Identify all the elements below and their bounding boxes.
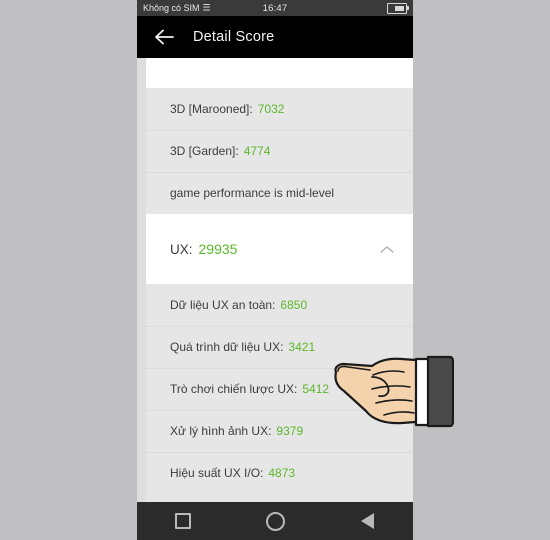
back-nav-button[interactable] xyxy=(350,504,384,538)
left-gutter xyxy=(137,58,146,512)
row-label: 3D [Marooned]: xyxy=(170,102,253,116)
triangle-back-icon xyxy=(360,513,374,529)
row-value: 4873 xyxy=(268,466,296,480)
row-label: Xử lý hình ảnh UX: xyxy=(170,424,272,438)
recents-button[interactable] xyxy=(166,504,200,538)
app-header: Detail Score xyxy=(137,16,413,58)
row-value: 5412 xyxy=(302,382,330,396)
table-row[interactable]: Trò chơi chiến lược UX: 5412 xyxy=(146,368,413,410)
top-spacer xyxy=(146,58,413,88)
row-label: 3D [Garden]: xyxy=(170,144,239,158)
score-list: 3D [Marooned]: 7032 3D [Garden]: 4774 ga… xyxy=(137,58,413,512)
section-label: UX: xyxy=(170,241,193,257)
chevron-up-icon[interactable] xyxy=(379,241,395,257)
battery-fill xyxy=(395,5,404,11)
table-row[interactable]: Quá trình dữ liệu UX: 3421 xyxy=(146,326,413,368)
chevron-up-glyph xyxy=(380,245,394,253)
status-bar: Không có SIM ☰ 16:47 xyxy=(137,0,413,16)
status-indicators xyxy=(387,2,409,14)
row-value: 7032 xyxy=(257,102,285,116)
status-clock: 16:47 xyxy=(262,2,288,14)
row-label: game performance is mid-level xyxy=(170,186,335,200)
row-label: Dữ liệu UX an toàn: xyxy=(170,298,276,312)
section-value: 29935 xyxy=(198,241,238,257)
table-row[interactable]: Hiệu suất UX I/O: 4873 xyxy=(146,452,413,494)
row-label: Hiệu suất UX I/O: xyxy=(170,466,264,480)
page-title: Detail Score xyxy=(193,29,275,45)
row-value: 9379 xyxy=(276,424,304,438)
home-button[interactable] xyxy=(258,504,292,538)
content-column: 3D [Marooned]: 7032 3D [Garden]: 4774 ga… xyxy=(146,58,413,512)
battery-icon xyxy=(387,2,409,14)
table-row[interactable]: Xử lý hình ảnh UX: 9379 xyxy=(146,410,413,452)
table-row[interactable]: 3D [Marooned]: 7032 xyxy=(146,88,413,130)
navigation-bar xyxy=(137,502,413,540)
table-row[interactable]: 3D [Garden]: 4774 xyxy=(146,130,413,172)
table-row[interactable]: game performance is mid-level xyxy=(146,172,413,214)
square-icon xyxy=(175,513,191,529)
row-label: Trò chơi chiến lược UX: xyxy=(170,382,298,396)
circle-icon xyxy=(265,511,285,531)
phone-frame: Không có SIM ☰ 16:47 Detail Score 3D [Ma… xyxy=(137,0,413,540)
row-value: 4774 xyxy=(243,144,271,158)
arrow-left-icon xyxy=(155,29,174,45)
section-header-ux[interactable]: UX: 29935 xyxy=(146,214,413,284)
row-label: Quá trình dữ liệu UX: xyxy=(170,340,284,354)
row-value: 6850 xyxy=(280,298,308,312)
row-value: 3421 xyxy=(288,340,316,354)
back-button[interactable] xyxy=(151,24,177,50)
table-row[interactable]: Dữ liệu UX an toàn: 6850 xyxy=(146,284,413,326)
